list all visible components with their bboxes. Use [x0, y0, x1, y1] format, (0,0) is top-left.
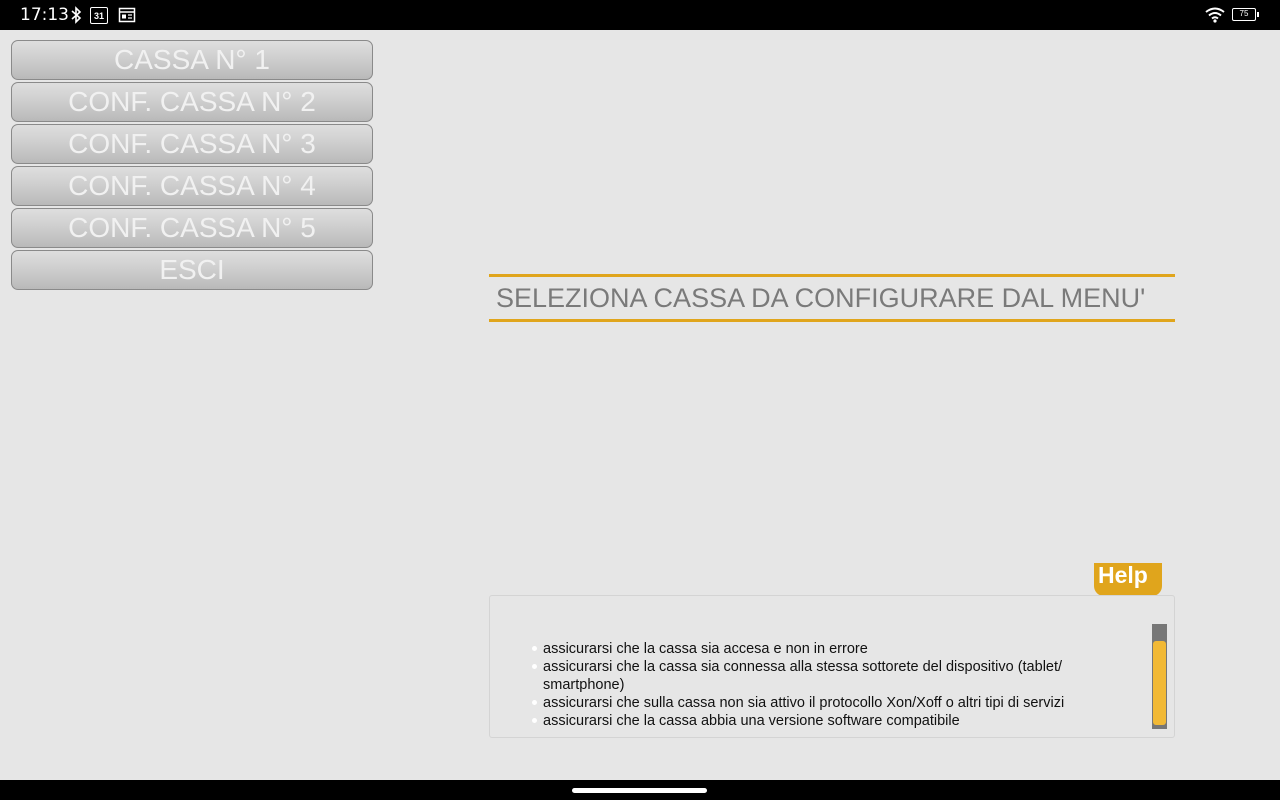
help-scrollbar[interactable]	[1152, 624, 1167, 729]
help-item: assicurarsi che la cassa sia accesa e no…	[532, 640, 1132, 658]
help-item: assicurarsi che la cassa sia connessa al…	[532, 658, 1132, 694]
conf-cassa-5-button[interactable]: CONF. CASSA N° 5	[11, 208, 373, 248]
bluetooth-icon	[70, 6, 82, 24]
navigation-bar	[0, 780, 1280, 800]
select-cassa-prompt: SELEZIONA CASSA DA CONFIGURARE DAL MENU'	[489, 274, 1175, 322]
conf-cassa-4-button[interactable]: CONF. CASSA N° 4	[11, 166, 373, 206]
help-tab[interactable]: Help	[1094, 563, 1162, 596]
esci-button[interactable]: ESCI	[11, 250, 373, 290]
battery-icon: 75	[1232, 8, 1259, 21]
clock: 17:13	[20, 5, 69, 25]
wifi-icon	[1205, 6, 1225, 24]
help-scrollbar-thumb[interactable]	[1153, 641, 1166, 725]
help-item: assicurarsi che sulla cassa non sia atti…	[532, 694, 1132, 712]
cassa-menu: CASSA N° 1 CONF. CASSA N° 2 CONF. CASSA …	[11, 40, 373, 292]
cassa-1-button[interactable]: CASSA N° 1	[11, 40, 373, 80]
calendar-icon: 31	[90, 7, 108, 24]
home-gesture-handle[interactable]	[572, 788, 707, 793]
help-list: assicurarsi che la cassa sia accesa e no…	[532, 640, 1132, 730]
news-icon	[118, 6, 136, 24]
conf-cassa-2-button[interactable]: CONF. CASSA N° 2	[11, 82, 373, 122]
status-bar: 17:13 31 75	[0, 0, 1280, 30]
conf-cassa-3-button[interactable]: CONF. CASSA N° 3	[11, 124, 373, 164]
help-panel: assicurarsi che la cassa sia accesa e no…	[489, 595, 1175, 738]
help-item: assicurarsi che la cassa abbia una versi…	[532, 712, 1132, 730]
